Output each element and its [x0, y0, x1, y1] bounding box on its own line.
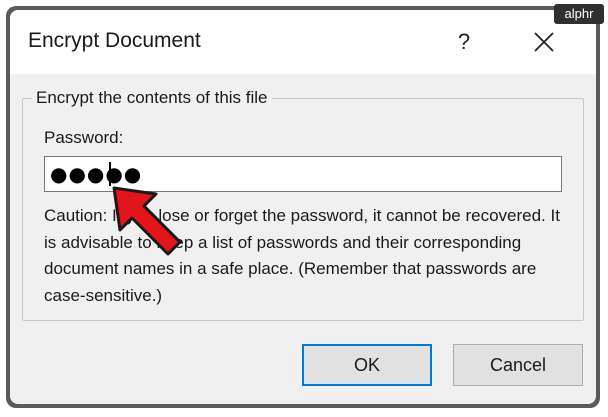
password-label: Password: — [44, 128, 124, 147]
dialog-title: Encrypt Document — [28, 29, 201, 52]
close-icon — [534, 32, 554, 52]
ok-button[interactable]: OK — [302, 344, 432, 386]
groupbox-legend: Encrypt the contents of this file — [32, 88, 272, 108]
close-button[interactable] — [526, 24, 562, 60]
cancel-button[interactable]: Cancel — [453, 344, 583, 386]
alphr-watermark: alphr — [554, 4, 604, 24]
red-arrow-icon — [112, 186, 182, 256]
encrypt-document-dialog: Encrypt Document ? Encrypt the contents … — [10, 10, 596, 404]
help-button[interactable]: ? — [446, 24, 482, 60]
title-bar: Encrypt Document ? — [10, 10, 596, 74]
